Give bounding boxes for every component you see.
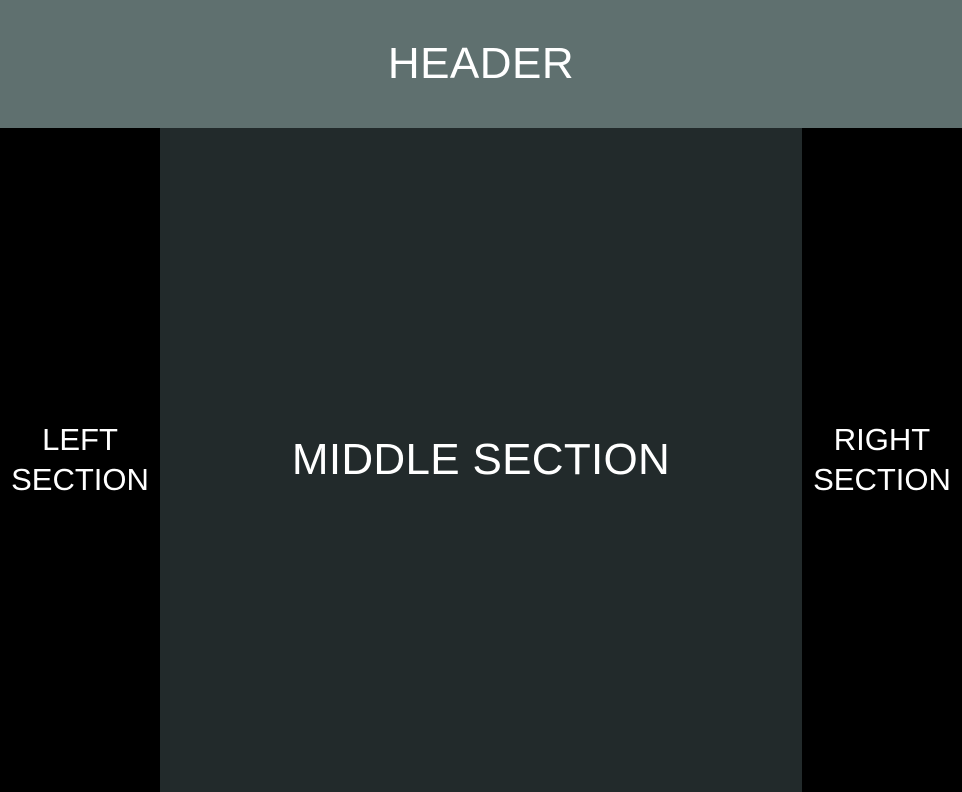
right-section-label-line2: SECTION	[813, 462, 951, 497]
left-section-region: LEFT SECTION	[0, 128, 160, 792]
layout-diagram: HEADER LEFT SECTION MIDDLE SECTION RIGHT…	[0, 0, 962, 792]
middle-section-label: MIDDLE SECTION	[291, 435, 671, 484]
header-region: HEADER	[0, 0, 962, 128]
right-section-label: RIGHT SECTION	[813, 420, 951, 500]
left-section-label: LEFT SECTION	[11, 420, 149, 500]
right-section-region: RIGHT SECTION	[802, 128, 962, 792]
left-section-label-line2: SECTION	[11, 462, 149, 497]
middle-section-region: MIDDLE SECTION	[160, 128, 802, 792]
right-section-label-line1: RIGHT	[833, 422, 931, 457]
header-label: HEADER	[387, 39, 575, 88]
left-section-label-line1: LEFT	[42, 422, 118, 457]
